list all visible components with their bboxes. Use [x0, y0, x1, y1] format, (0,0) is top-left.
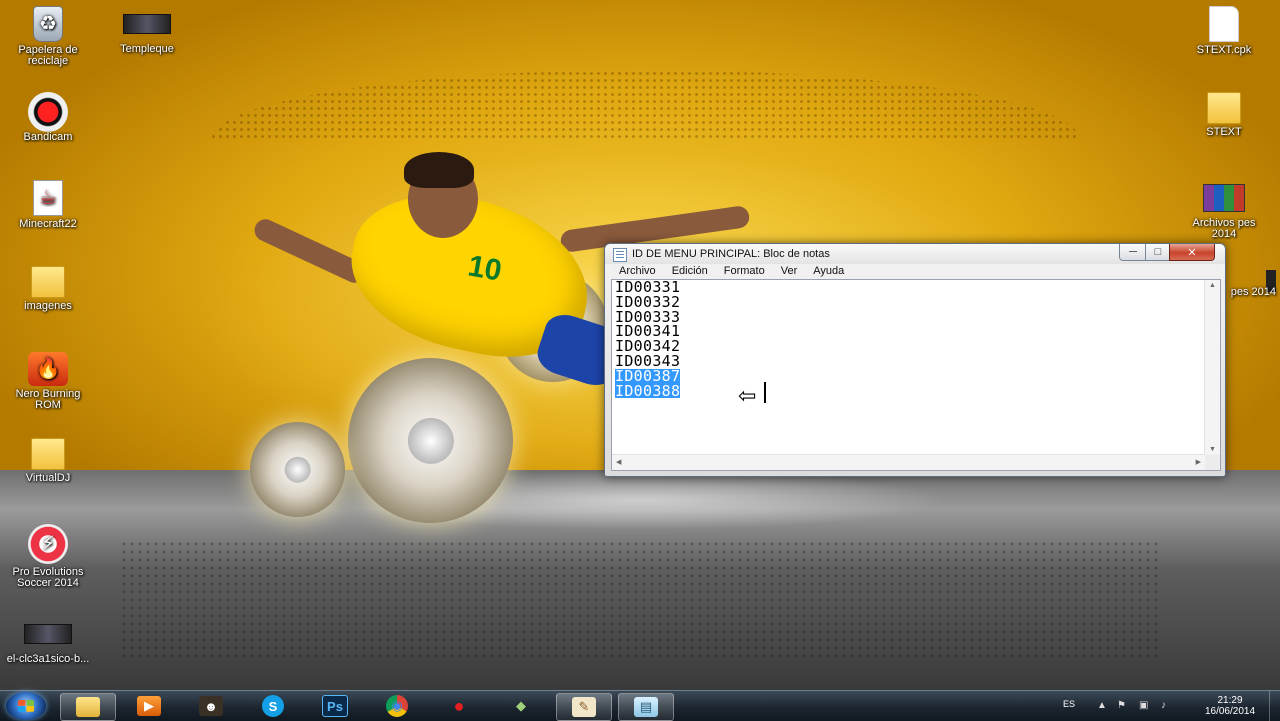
file-icon [1209, 6, 1239, 42]
desktop-icon-label: STEXT [1206, 126, 1242, 138]
clock[interactable]: 21:29 16/06/2014 [1190, 695, 1270, 717]
taskbar: ▶ ☻ S Ps ◉ ● ◆ ✎ ▤ ES ▲ ⚑ ▣ ♪ 21:29 16/0… [0, 690, 1280, 721]
chrome-icon: ◉ [386, 695, 408, 717]
folder-icon [76, 697, 100, 717]
show-hidden-icons-icon[interactable]: ▲ [1097, 701, 1109, 711]
recycle-bin-icon: ♻ [33, 6, 63, 42]
desktop-icon-archivos-pes[interactable]: Archivos pes 2014 [1179, 180, 1269, 240]
desktop-icon-label: Templeque [120, 43, 174, 55]
close-button[interactable]: ✕ [1169, 244, 1215, 261]
wallpaper-fan-large [348, 358, 513, 523]
maximize-button[interactable]: □ [1145, 244, 1171, 261]
desktop-icon-label: Pro Evolutions Soccer 2014 [12, 566, 84, 589]
horizontal-scrollbar[interactable]: ◀ ▶ [612, 454, 1205, 470]
desktop-icon-pes[interactable]: ⚡ Pro Evolutions Soccer 2014 [3, 524, 93, 589]
vertical-scrollbar[interactable]: ▲ ▼ [1204, 280, 1220, 455]
pes-icon: ⚡ [28, 524, 68, 564]
shirt-number: 10 [465, 249, 505, 288]
nero-icon: 🔥 [28, 352, 68, 386]
photoshop-icon: Ps [322, 695, 348, 717]
taskbar-item-tool[interactable]: ◆ [494, 693, 548, 719]
java-file-icon: ☕ [33, 180, 63, 216]
text-content: ID00331 ID00332 ID00333 ID00341 ID00342 … [615, 280, 681, 400]
video-thumbnail-icon [24, 624, 72, 644]
volume-icon[interactable]: ♪ [1161, 701, 1173, 711]
notepad-icon [613, 248, 627, 262]
taskbar-item-photoshop[interactable]: Ps [308, 693, 362, 719]
menu-ver[interactable]: Ver [773, 264, 806, 278]
window-title: ID DE MENU PRINCIPAL: Bloc de notas [632, 248, 830, 260]
taskbar-item-skype[interactable]: S [246, 693, 300, 719]
wallpaper-fan-small [250, 422, 345, 517]
menu-formato[interactable]: Formato [716, 264, 773, 278]
menu-bar: Archivo Edición Formato Ver Ayuda [611, 264, 1219, 278]
title-bar[interactable]: ID DE MENU PRINCIPAL: Bloc de notas ─ □ … [605, 244, 1225, 264]
wallpaper-ceiling [210, 70, 1080, 140]
desktop-icon-nero[interactable]: 🔥 Nero Burning ROM [3, 352, 93, 411]
skype-icon: S [262, 695, 284, 717]
clock-time: 21:29 [1217, 695, 1243, 706]
tool-icon: ◆ [516, 698, 526, 713]
text-editor[interactable]: ID00331 ID00332 ID00333 ID00341 ID00342 … [611, 279, 1221, 471]
desktop-icon-label: Minecraft22 [19, 218, 77, 230]
desktop-icon-virtualdj[interactable]: VirtualDJ [3, 438, 93, 484]
desktop-icon-bandicam[interactable]: Bandicam [3, 92, 93, 143]
desktop-icon-label: Nero Burning ROM [15, 388, 81, 411]
desktop-icon-imagenes[interactable]: imagenes [3, 266, 93, 312]
menu-ayuda[interactable]: Ayuda [805, 264, 852, 278]
scroll-left-icon[interactable]: ◀ [616, 458, 621, 466]
mouse-pointer-icon: ⇦ [738, 383, 757, 408]
desktop-icon-label: el-clc3a1sico-b... [6, 653, 90, 665]
desktop-icon-label: STEXT.cpk [1196, 44, 1252, 56]
player-hair [404, 152, 474, 188]
bandicam-icon [28, 92, 68, 132]
folder-icon [31, 438, 65, 470]
desktop-icon-label: VirtualDJ [25, 472, 71, 484]
media-player-icon: ▶ [137, 696, 161, 716]
text-cursor-icon [764, 382, 766, 403]
menu-edicion[interactable]: Edición [664, 264, 716, 278]
scroll-corner [1205, 455, 1220, 470]
notepad-window[interactable]: ID DE MENU PRINCIPAL: Bloc de notas ─ □ … [604, 243, 1226, 477]
desktop-icon-recycle-bin[interactable]: ♻ Papelera de reciclaje [3, 6, 93, 67]
scroll-right-icon[interactable]: ▶ [1196, 458, 1201, 466]
scroll-down-icon[interactable]: ▼ [1209, 446, 1216, 453]
desktop-icon-templeque[interactable]: Templeque [102, 6, 192, 55]
folder-icon [31, 266, 65, 298]
taskbar-item-chrome[interactable]: ◉ [370, 693, 424, 719]
bandicam-icon: ● [453, 695, 465, 716]
desktop-icon-video[interactable]: el-clc3a1sico-b... [3, 616, 93, 665]
pen-icon: ✎ [572, 697, 596, 717]
clock-date: 16/06/2014 [1204, 706, 1256, 717]
taskbar-item-notepad-pen[interactable]: ✎ [556, 693, 612, 721]
desktop-icon-stext[interactable]: STEXT [1179, 92, 1269, 138]
text-line-selected: ID00388 [615, 381, 681, 400]
taskbar-item-explorer[interactable] [60, 693, 116, 721]
taskbar-item-notepad[interactable]: ▤ [618, 693, 674, 721]
notepad-icon: ▤ [634, 697, 658, 717]
winrar-icon [1203, 184, 1245, 212]
minimize-button[interactable]: ─ [1119, 244, 1147, 261]
taskbar-item-bandicam[interactable]: ● [432, 693, 486, 719]
desktop-icon-minecraft[interactable]: ☕ Minecraft22 [3, 180, 93, 230]
taskbar-item-game[interactable]: ☻ [184, 693, 238, 719]
menu-archivo[interactable]: Archivo [611, 264, 664, 278]
wallpaper-floor-dots [120, 540, 1160, 660]
show-desktop-button[interactable] [1269, 691, 1280, 721]
network-icon[interactable]: ▣ [1139, 701, 1151, 711]
scroll-up-icon[interactable]: ▲ [1209, 282, 1216, 289]
flag-icon[interactable]: ⚑ [1117, 701, 1129, 711]
windows-start-icon[interactable] [6, 692, 46, 720]
desktop-icon-label: Papelera de reciclaje [18, 44, 78, 67]
desktop-icon-label: imagenes [24, 300, 72, 312]
desktop-icon-label: Archivos pes 2014 [1192, 217, 1256, 240]
video-thumbnail-icon [123, 14, 171, 34]
system-tray: ES ▲ ⚑ ▣ ♪ 21:29 16/06/2014 [1055, 691, 1280, 721]
language-indicator[interactable]: ES [1063, 699, 1075, 709]
folder-icon [1207, 92, 1241, 124]
desktop-icon-stext-cpk[interactable]: STEXT.cpk [1179, 6, 1269, 56]
taskbar-item-media-player[interactable]: ▶ [122, 693, 176, 719]
game-icon: ☻ [199, 696, 223, 716]
desktop-icon-label: Bandicam [23, 131, 73, 143]
